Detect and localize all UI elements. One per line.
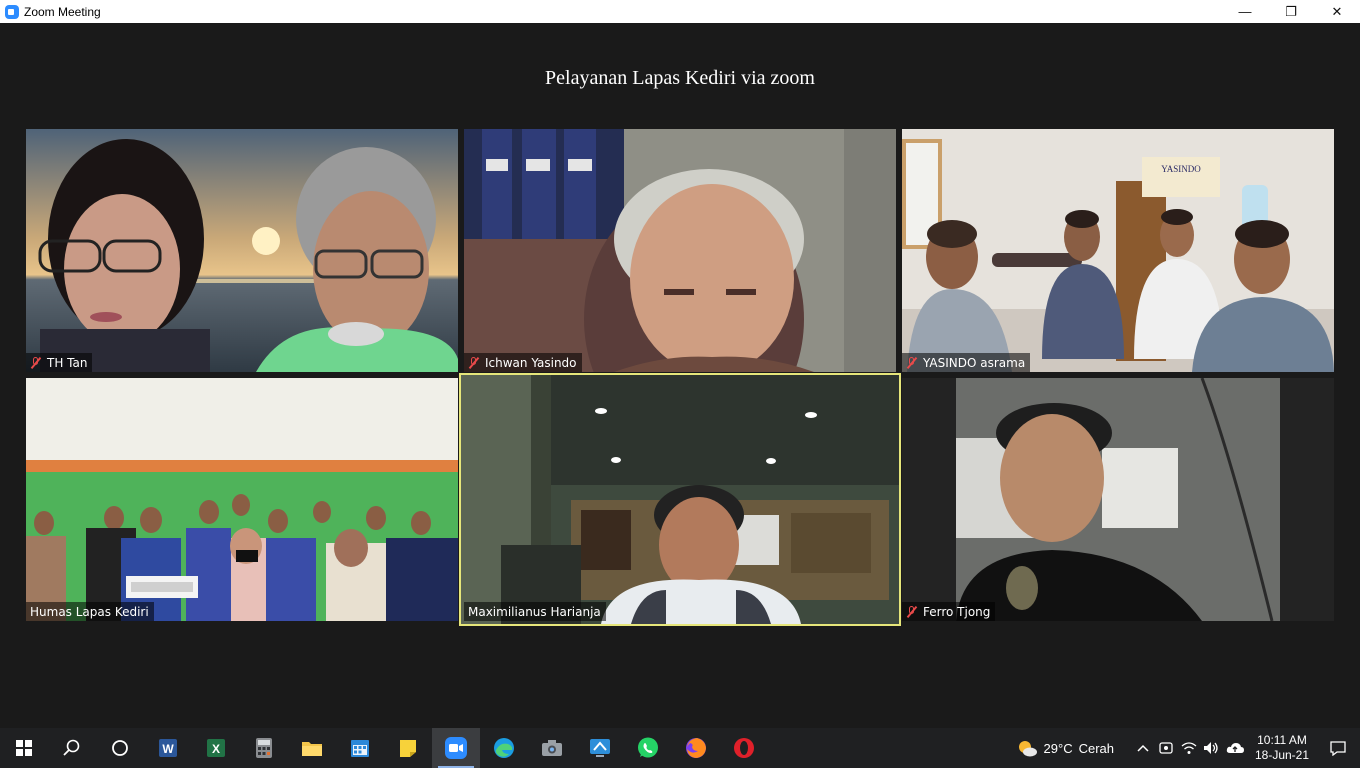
taskbar-app-calculator[interactable] <box>240 728 288 768</box>
video-tile-humas-lapas-kediri[interactable]: Humas Lapas Kediri <box>26 378 458 621</box>
svg-text:X: X <box>212 742 220 756</box>
taskbar-app-word[interactable]: W <box>144 728 192 768</box>
participant-name-tag: Maximilianus Harianja <box>464 602 606 621</box>
onedrive-button[interactable] <box>1222 741 1248 755</box>
taskbar-app-calendar[interactable] <box>336 728 384 768</box>
window-title: Zoom Meeting <box>24 4 101 19</box>
video-feed <box>902 378 1334 621</box>
participant-name-tag: Ichwan Yasindo <box>464 353 582 372</box>
video-tile-ferro-tjong[interactable]: Ferro Tjong <box>902 378 1334 621</box>
speaker-icon <box>1204 742 1218 754</box>
yasindo-sign-text: YASINDO <box>1161 164 1201 174</box>
participant-name: TH Tan <box>47 355 88 370</box>
search-button[interactable] <box>48 728 96 768</box>
taskbar-app-excel[interactable]: X <box>192 728 240 768</box>
action-center-button[interactable] <box>1316 740 1360 756</box>
cortana-button[interactable] <box>96 728 144 768</box>
minimize-button[interactable]: — <box>1222 0 1268 23</box>
cortana-circle-icon <box>112 740 128 756</box>
participant-name: YASINDO asrama <box>923 355 1026 370</box>
cloud-upload-icon <box>1226 743 1244 753</box>
participant-name-tag: Humas Lapas Kediri <box>26 602 154 621</box>
participant-name-tag: Ferro Tjong <box>902 602 996 621</box>
windows-logo-icon <box>16 740 32 756</box>
mic-muted-icon <box>906 605 917 618</box>
chevron-up-icon <box>1137 744 1149 752</box>
clock-date: 18-Jun-21 <box>1254 748 1310 762</box>
start-button[interactable] <box>0 728 48 768</box>
camera-icon <box>542 740 562 756</box>
close-button[interactable]: ✕ <box>1314 0 1360 23</box>
participant-name-tag: TH Tan <box>26 353 93 372</box>
firefox-icon <box>686 738 706 758</box>
opera-icon <box>734 738 754 758</box>
meeting-title: Pelayanan Lapas Kediri via zoom <box>545 67 815 89</box>
mic-muted-icon <box>30 356 41 369</box>
taskbar-app-file-explorer[interactable] <box>288 728 336 768</box>
participant-name: Ferro Tjong <box>923 604 991 619</box>
window-controls: — ❐ ✕ <box>1222 0 1360 23</box>
taskbar-app-camera[interactable] <box>528 728 576 768</box>
taskbar-app-opera[interactable] <box>720 728 768 768</box>
calculator-icon <box>256 738 272 758</box>
volume-button[interactable] <box>1200 741 1222 755</box>
video-tile-maximilianus-harianja[interactable]: Maximilianus Harianja <box>459 373 901 626</box>
system-tray: 29°C Cerah 10:11 AM 18-Jun-21 <box>1016 728 1360 768</box>
partly-sunny-icon <box>1018 741 1037 757</box>
taskbar-app-whatsapp[interactable] <box>624 728 672 768</box>
taskbar: W X 29°C Cerah 10:11 AM 18-Jun-21 <box>0 728 1360 768</box>
video-tile-th-tan[interactable]: TH Tan <box>26 129 458 372</box>
video-feed: YASINDO <box>902 129 1334 372</box>
video-tile-yasindo-asrama[interactable]: YASINDO YASINDO asrama <box>902 129 1334 372</box>
weather-description: Cerah <box>1078 740 1114 756</box>
network-button[interactable] <box>1178 741 1200 755</box>
remote-desktop-icon <box>590 739 610 757</box>
folder-icon <box>302 742 322 756</box>
meeting-stage: Pelayanan Lapas Kediri via zoom TH Tan I… <box>0 23 1360 728</box>
taskbar-app-zoom[interactable] <box>432 728 480 768</box>
zoom-app-icon <box>5 4 19 19</box>
whatsapp-icon <box>638 737 658 758</box>
weather-temperature: 29°C <box>1043 740 1073 756</box>
zoom-icon <box>445 737 467 759</box>
meet-now-icon <box>1159 742 1173 754</box>
clock-time: 10:11 AM <box>1257 733 1307 747</box>
participant-name: Humas Lapas Kediri <box>30 604 149 619</box>
wifi-icon <box>1181 742 1197 754</box>
video-feed <box>464 129 896 372</box>
mic-muted-icon <box>906 356 917 369</box>
window-titlebar: Zoom Meeting — ❐ ✕ <box>0 0 1360 23</box>
video-feed <box>26 129 458 372</box>
notification-icon <box>1330 741 1346 756</box>
search-icon <box>63 739 80 756</box>
restore-button[interactable]: ❐ <box>1268 0 1314 23</box>
taskbar-app-remote-desktop[interactable] <box>576 728 624 768</box>
taskbar-app-firefox[interactable] <box>672 728 720 768</box>
svg-text:W: W <box>162 742 174 756</box>
participant-name: Maximilianus Harianja <box>468 604 601 619</box>
excel-icon: X <box>207 739 225 757</box>
calendar-icon <box>351 740 369 757</box>
meet-now-button[interactable] <box>1154 741 1178 755</box>
taskbar-app-sticky-notes[interactable] <box>384 728 432 768</box>
participant-name-tag: YASINDO asrama <box>902 353 1031 372</box>
taskbar-app-edge[interactable] <box>480 728 528 768</box>
edge-icon <box>494 738 514 758</box>
mic-muted-icon <box>468 356 479 369</box>
word-icon: W <box>159 739 177 757</box>
weather-widget[interactable]: 29°C Cerah <box>1016 738 1114 758</box>
sticky-notes-icon <box>400 740 416 757</box>
video-tile-ichwan-yasindo[interactable]: Ichwan Yasindo <box>464 129 896 372</box>
show-hidden-icons-button[interactable] <box>1132 744 1154 752</box>
system-clock[interactable]: 10:11 AM 18-Jun-21 <box>1248 733 1316 763</box>
video-feed <box>461 375 899 624</box>
video-feed <box>26 378 458 621</box>
participant-name: Ichwan Yasindo <box>485 355 577 370</box>
